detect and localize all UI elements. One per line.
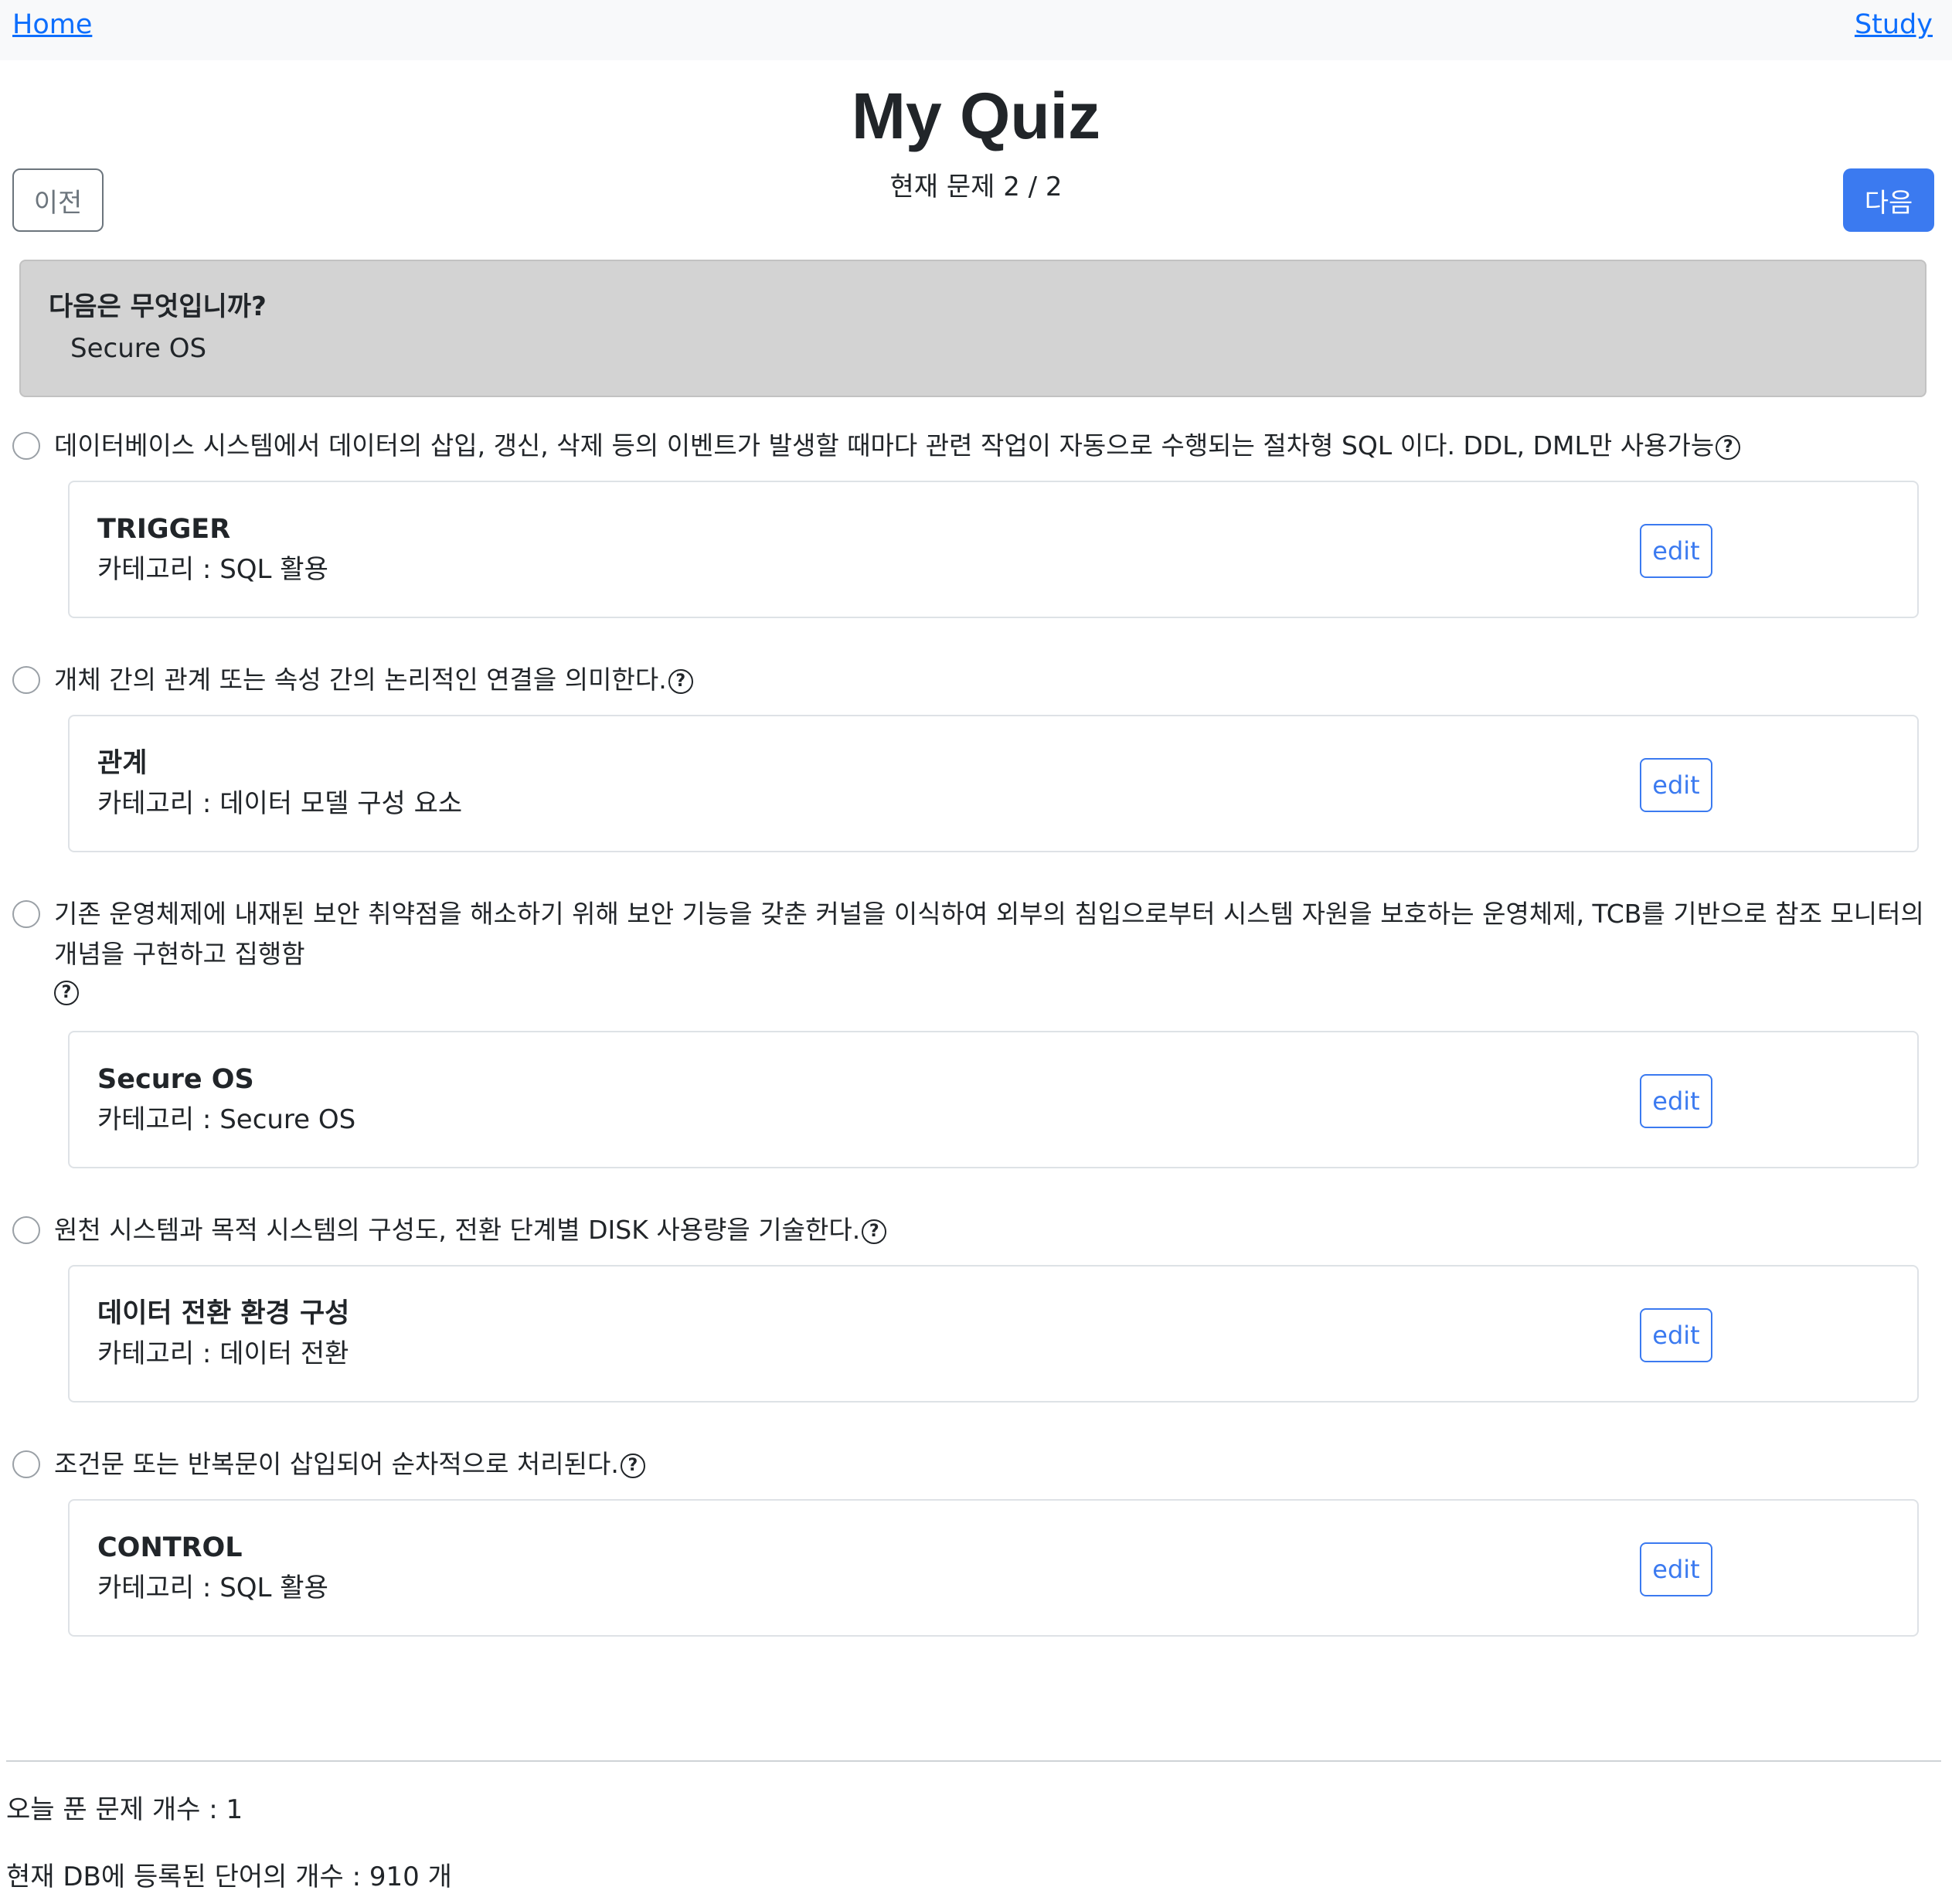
question-box: 다음은 무엇입니까? Secure OS — [19, 260, 1926, 397]
card-title: Secure OS — [97, 1064, 254, 1095]
prev-button[interactable]: 이전 — [12, 168, 104, 232]
answer-card: 데이터 전환 환경 구성 카테고리 : 데이터 전환 edit — [68, 1265, 1919, 1402]
db-word-count: 현재 DB에 등록된 단어의 개수 : 910 개 — [6, 1862, 452, 1892]
solved-today-count: 오늘 푼 문제 개수 : 1 — [6, 1794, 243, 1825]
option-text: 기존 운영체제에 내재된 보안 취약점을 해소하기 위해 보안 기능을 갖춘 커… — [54, 894, 1924, 1005]
option-radio[interactable] — [12, 666, 40, 694]
edit-button[interactable]: edit — [1640, 1074, 1712, 1128]
option-radio[interactable] — [12, 1450, 40, 1478]
answer-card: 관계 카테고리 : 데이터 모델 구성 요소 edit — [68, 715, 1919, 852]
question-word: Secure OS — [70, 333, 207, 364]
question-circle-icon[interactable]: ? — [54, 981, 79, 1005]
footer-divider — [6, 1760, 1941, 1762]
edit-button[interactable]: edit — [1640, 1542, 1712, 1596]
card-title: CONTROL — [97, 1532, 243, 1563]
nav-study-link[interactable]: Study — [1855, 9, 1933, 40]
option-text: 데이터베이스 시스템에서 데이터의 삽입, 갱신, 삭제 등의 이벤트가 발생할… — [54, 426, 1924, 466]
option-radio[interactable] — [12, 1216, 40, 1244]
question-circle-icon[interactable]: ? — [1716, 434, 1741, 460]
card-category: 카테고리 : 데이터 모델 구성 요소 — [97, 788, 463, 819]
next-button[interactable]: 다음 — [1843, 168, 1934, 232]
answer-card: TRIGGER 카테고리 : SQL 활용 edit — [68, 481, 1919, 618]
answer-card: Secure OS 카테고리 : Secure OS edit — [68, 1031, 1919, 1168]
question-circle-icon[interactable]: ? — [862, 1219, 887, 1244]
question-circle-icon[interactable]: ? — [620, 1453, 645, 1478]
card-category: 카테고리 : 데이터 전환 — [97, 1338, 349, 1369]
card-category: 카테고리 : Secure OS — [97, 1104, 356, 1135]
edit-button[interactable]: edit — [1640, 1308, 1712, 1362]
edit-button[interactable]: edit — [1640, 524, 1712, 578]
question-circle-icon[interactable]: ? — [668, 668, 693, 694]
answer-card: CONTROL 카테고리 : SQL 활용 edit — [68, 1499, 1919, 1637]
question-progress: 현재 문제 2 / 2 — [889, 172, 1063, 202]
nav-home-link[interactable]: Home — [12, 9, 92, 40]
page-title: My Quiz — [851, 80, 1100, 152]
card-title: TRIGGER — [97, 514, 231, 545]
card-category: 카테고리 : SQL 활용 — [97, 554, 328, 585]
option-text: 조건문 또는 반복문이 삽입되어 순차적으로 처리된다.? — [54, 1444, 1924, 1484]
option-text: 원천 시스템과 목적 시스템의 구성도, 전환 단계별 DISK 사용량을 기술… — [54, 1210, 1924, 1250]
edit-button[interactable]: edit — [1640, 758, 1712, 812]
card-title: 관계 — [97, 748, 148, 779]
top-navbar: Home Study — [0, 0, 1952, 60]
option-text: 개체 간의 관계 또는 속성 간의 논리적인 연결을 의미한다.? — [54, 660, 1924, 700]
question-prompt: 다음은 무엇입니까? — [49, 291, 267, 322]
card-category: 카테고리 : SQL 활용 — [97, 1572, 328, 1603]
option-radio[interactable] — [12, 432, 40, 460]
card-title: 데이터 전환 환경 구성 — [97, 1298, 350, 1329]
option-radio[interactable] — [12, 900, 40, 928]
